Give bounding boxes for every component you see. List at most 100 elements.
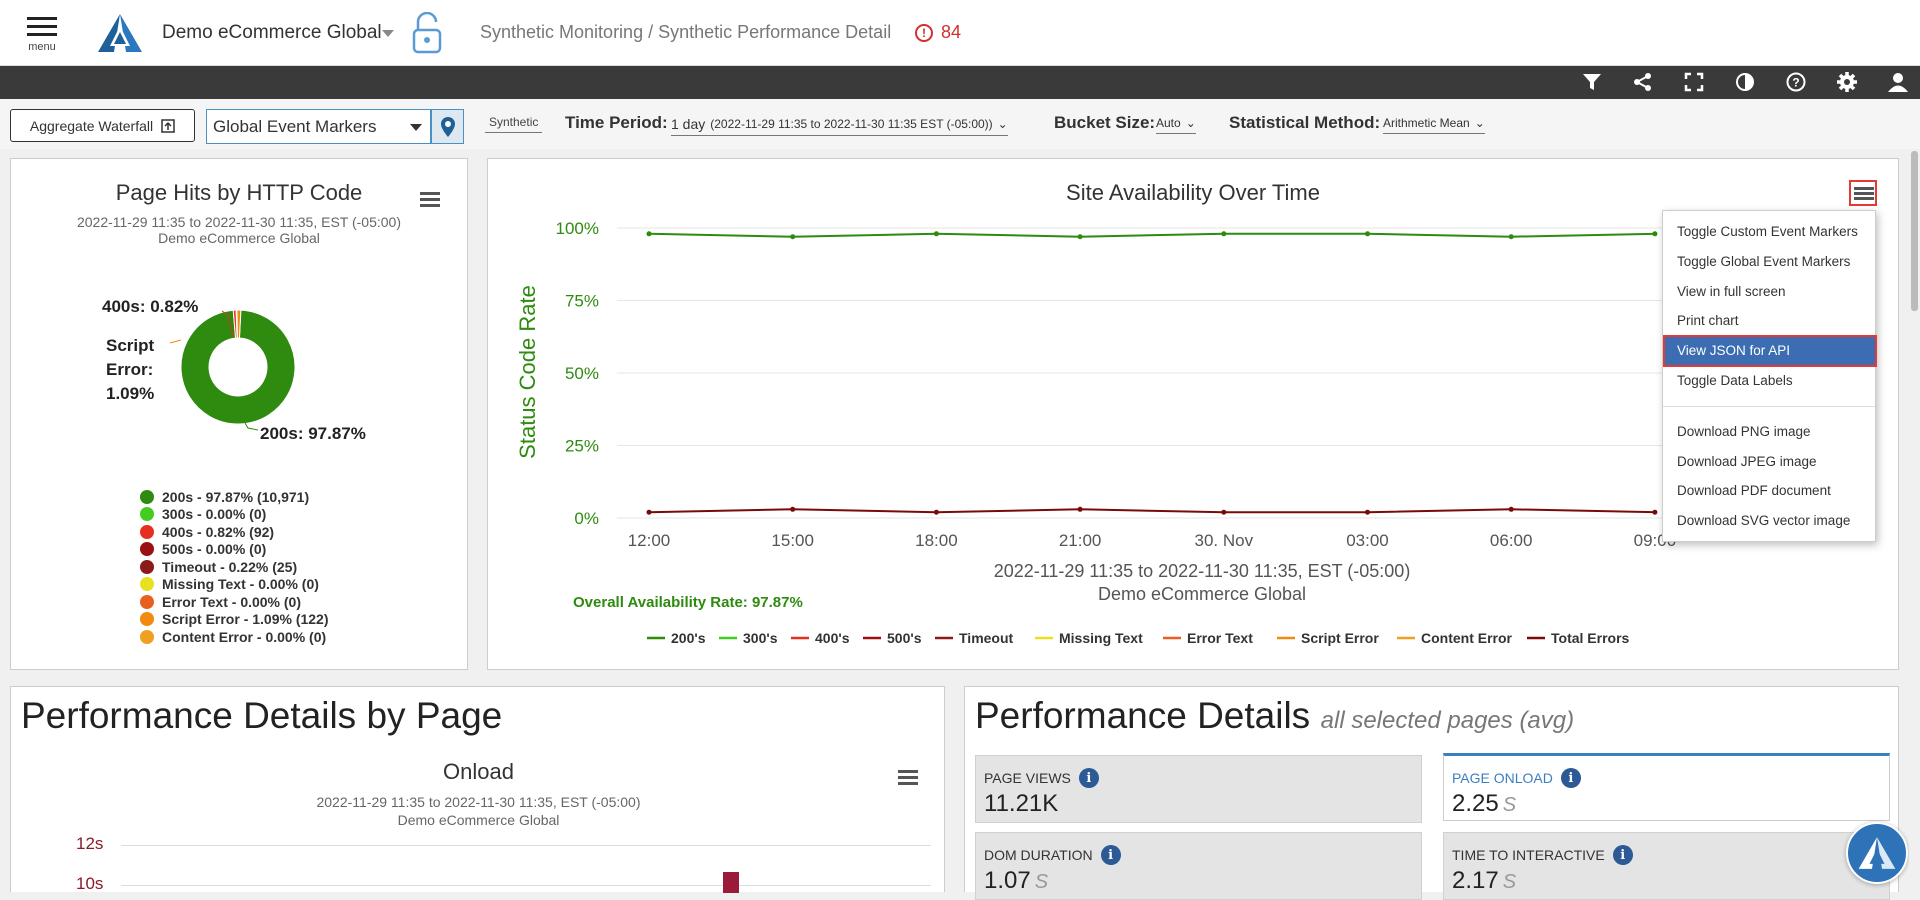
metric-dom-duration[interactable]: DOM DURATION i 1.07 S (975, 832, 1422, 900)
legend-swatch (140, 629, 154, 644)
data-point[interactable] (1221, 231, 1227, 237)
info-icon[interactable]: i (1560, 768, 1581, 788)
data-point[interactable] (1508, 234, 1514, 240)
y-tick-label: 25% (565, 437, 599, 456)
chart-menu-button[interactable] (1849, 180, 1877, 206)
synthetic-chip[interactable]: Synthetic (485, 115, 543, 133)
alerts-indicator[interactable]: ! 84 (915, 22, 961, 43)
data-point[interactable] (1365, 509, 1370, 515)
legend-item[interactable]: 500s - 0.00% (0) (140, 541, 329, 559)
onload-subtitle-range: 2022-11-29 11:35 to 2022-11-30 11:35, ES… (316, 794, 641, 810)
y-tick-label: 0% (574, 509, 599, 528)
legend-item[interactable]: Missing Text - 0.00% (0) (140, 576, 329, 594)
org-dropdown-caret-icon[interactable] (382, 30, 394, 37)
menu-item-toggle-data-labels[interactable]: Toggle Data Labels (1677, 373, 1793, 388)
legend-label: 200s - 97.87% (10,971) (162, 488, 310, 505)
data-point[interactable] (1508, 506, 1514, 512)
data-point[interactable] (646, 231, 652, 237)
gear-icon[interactable] (1835, 70, 1859, 94)
data-point[interactable] (933, 231, 939, 237)
help-icon[interactable]: ? (1784, 70, 1808, 94)
user-icon[interactable] (1886, 70, 1910, 94)
legend-item[interactable]: Script Error (1301, 630, 1379, 646)
event-marker-pin-button[interactable] (431, 109, 464, 144)
pie-label-script-line2: Error: (106, 360, 154, 379)
event-markers-select[interactable]: Global Event Markers (206, 109, 431, 144)
legend-label: Timeout - 0.22% (25) (162, 558, 298, 575)
legend-item[interactable]: Timeout - 0.22% (25) (140, 558, 329, 576)
menu-item-download-png[interactable]: Download PNG image (1677, 424, 1811, 439)
data-point[interactable] (790, 234, 796, 240)
info-icon[interactable]: i (1078, 768, 1099, 788)
menu-item-view-json[interactable]: View JSON for API (1663, 335, 1877, 367)
data-point[interactable] (1077, 506, 1083, 512)
data-point[interactable] (1077, 234, 1083, 240)
pie-label-400s: 400s: 0.82% (102, 297, 199, 316)
data-point[interactable] (1652, 231, 1658, 237)
metric-value: 2.25 (1452, 790, 1499, 817)
time-period-select[interactable]: 1 day (2022-11-29 11:35 to 2022-11-30 11… (671, 116, 1008, 136)
legend-item[interactable]: 300's (743, 630, 778, 646)
filter-icon[interactable] (1580, 70, 1604, 94)
menu-item-print-chart[interactable]: Print chart (1677, 313, 1739, 328)
legend-item[interactable]: 200s - 97.87% (10,971) (140, 488, 329, 506)
legend-item[interactable]: 400s - 0.82% (92) (140, 523, 329, 541)
menu-item-download-pdf[interactable]: Download PDF document (1677, 483, 1831, 498)
series-line-total-errors[interactable] (648, 508, 1655, 514)
share-icon[interactable] (1631, 70, 1655, 94)
legend-item[interactable]: 400's (815, 630, 850, 646)
chart-menu-button[interactable] (420, 189, 440, 210)
legend-item[interactable]: Script Error - 1.09% (122) (140, 611, 329, 629)
legend-item[interactable]: Content Error (1421, 630, 1513, 646)
menu-item-full-screen[interactable]: View in full screen (1677, 284, 1786, 299)
info-icon[interactable]: i (1612, 845, 1633, 865)
legend-item[interactable]: Timeout (959, 630, 1014, 646)
breadcrumb: Synthetic Monitoring / Synthetic Perform… (480, 22, 892, 42)
org-name[interactable]: Demo eCommerce Global (162, 22, 382, 44)
data-point[interactable] (790, 506, 796, 512)
scrollbar-thumb[interactable] (1911, 151, 1918, 311)
menu-button[interactable]: menu (22, 12, 62, 58)
perf-details-panel: Performance Details all selected pages (… (964, 686, 1899, 900)
data-point[interactable] (1365, 231, 1370, 237)
bucket-size-select[interactable]: Auto ⌄ (1156, 116, 1196, 134)
menu-item-download-svg[interactable]: Download SVG vector image (1677, 513, 1850, 528)
menu-item-toggle-global-markers[interactable]: Toggle Global Event Markers (1677, 254, 1850, 269)
data-point[interactable] (646, 509, 652, 515)
fullscreen-icon[interactable] (1682, 70, 1706, 94)
onload-subtitle-org: Demo eCommerce Global (397, 812, 560, 828)
statistical-method-select[interactable]: Arithmetic Mean ⌄ (1383, 116, 1485, 134)
data-point[interactable] (1221, 509, 1227, 515)
onload-bar[interactable] (723, 872, 739, 893)
app-logo-icon[interactable] (96, 12, 144, 54)
menu-label: menu (28, 41, 56, 53)
legend-item[interactable]: Missing Text (1059, 630, 1143, 646)
chevron-down-icon: ⌄ (1185, 116, 1196, 130)
legend-item[interactable]: Total Errors (1551, 630, 1630, 646)
legend-item[interactable]: Error Text (1187, 630, 1253, 646)
unlock-icon[interactable] (410, 12, 444, 56)
menu-item-toggle-custom-markers[interactable]: Toggle Custom Event Markers (1677, 224, 1858, 239)
chart-menu-button[interactable] (898, 767, 918, 788)
series-line--s[interactable] (648, 232, 1655, 238)
metric-page-onload[interactable]: PAGE ONLOAD i 2.25 S (1443, 753, 1890, 821)
metric-unit: S (1502, 871, 1517, 893)
legend-item[interactable]: 300s - 0.00% (0) (140, 506, 329, 524)
metric-time-to-interactive[interactable]: TIME TO INTERACTIVE i 2.17 S (1443, 832, 1890, 900)
legend-item[interactable]: Content Error - 0.00% (0) (140, 628, 329, 646)
metric-page-views[interactable]: PAGE VIEWS i 11.21K (975, 755, 1422, 823)
info-icon[interactable]: i (1100, 845, 1121, 865)
data-point[interactable] (933, 509, 939, 515)
time-period-value: 1 day (671, 116, 706, 132)
legend-item[interactable]: 200's (671, 630, 706, 646)
aggregate-waterfall-button[interactable]: Aggregate Waterfall (10, 109, 195, 142)
data-point[interactable] (1652, 509, 1658, 515)
menu-item-download-jpeg[interactable]: Download JPEG image (1677, 454, 1817, 469)
legend-item[interactable]: 500's (887, 630, 922, 646)
contrast-icon[interactable] (1733, 70, 1757, 94)
page-scrollbar[interactable] (1909, 149, 1920, 892)
metric-label: DOM DURATION (984, 847, 1093, 863)
assistant-fab[interactable] (1846, 822, 1908, 884)
statistical-method-value: Arithmetic Mean (1383, 116, 1470, 130)
legend-item[interactable]: Error Text - 0.00% (0) (140, 593, 329, 611)
